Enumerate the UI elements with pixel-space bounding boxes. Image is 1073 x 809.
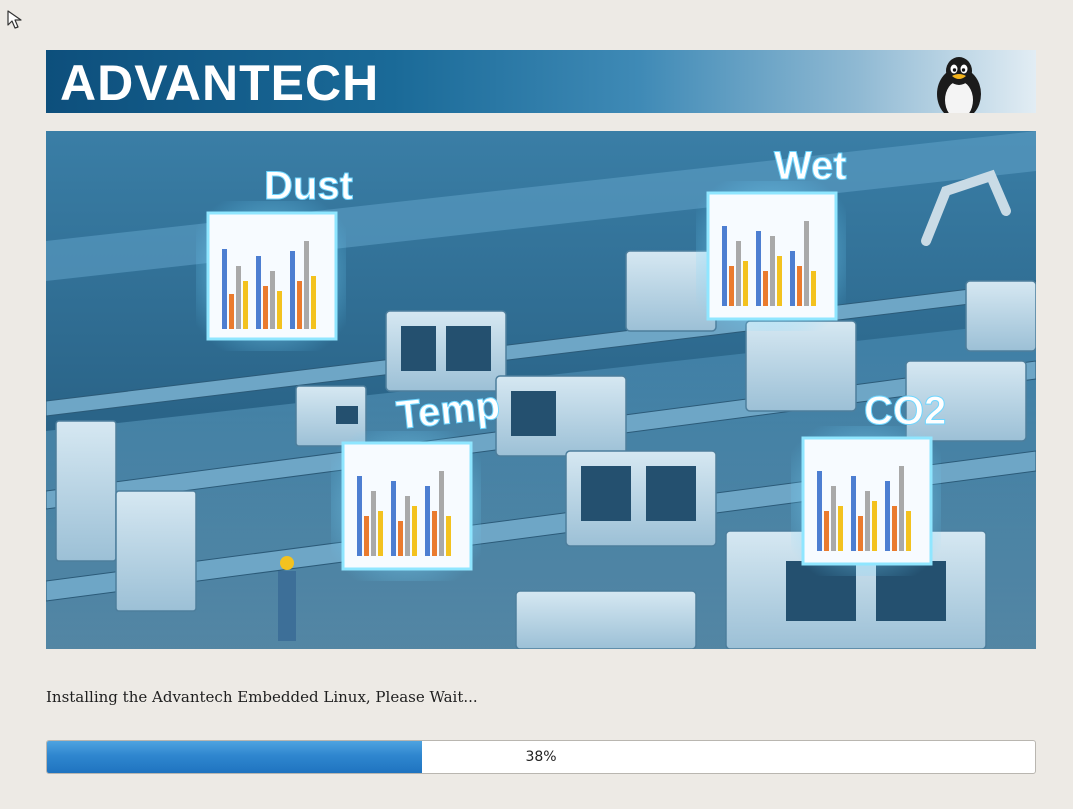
install-progress-bar: 38% [46,740,1036,774]
factory-illustration: Dust Wet Temp CO2 [46,131,1036,649]
sensor-panel-co2 [791,426,941,576]
panel-label-dust: Dust [264,164,353,208]
panel-label-co2: CO2 [864,389,946,433]
factory-hero-image: Dust Wet Temp CO2 [46,131,1036,649]
sensor-panel-dust [196,201,346,351]
mouse-pointer-icon [7,10,22,29]
install-status-text: Installing the Advantech Embedded Linux,… [46,688,478,706]
sensor-panel-temp [331,431,481,581]
sensor-panel-wet [696,181,846,331]
advantech-banner: ADVANTECH [46,50,1036,113]
progress-percent-label: 38% [525,749,557,765]
advantech-logo: ADVANTECH [60,55,380,111]
panel-label-wet: Wet [774,144,847,188]
tux-penguin-icon [937,57,981,113]
